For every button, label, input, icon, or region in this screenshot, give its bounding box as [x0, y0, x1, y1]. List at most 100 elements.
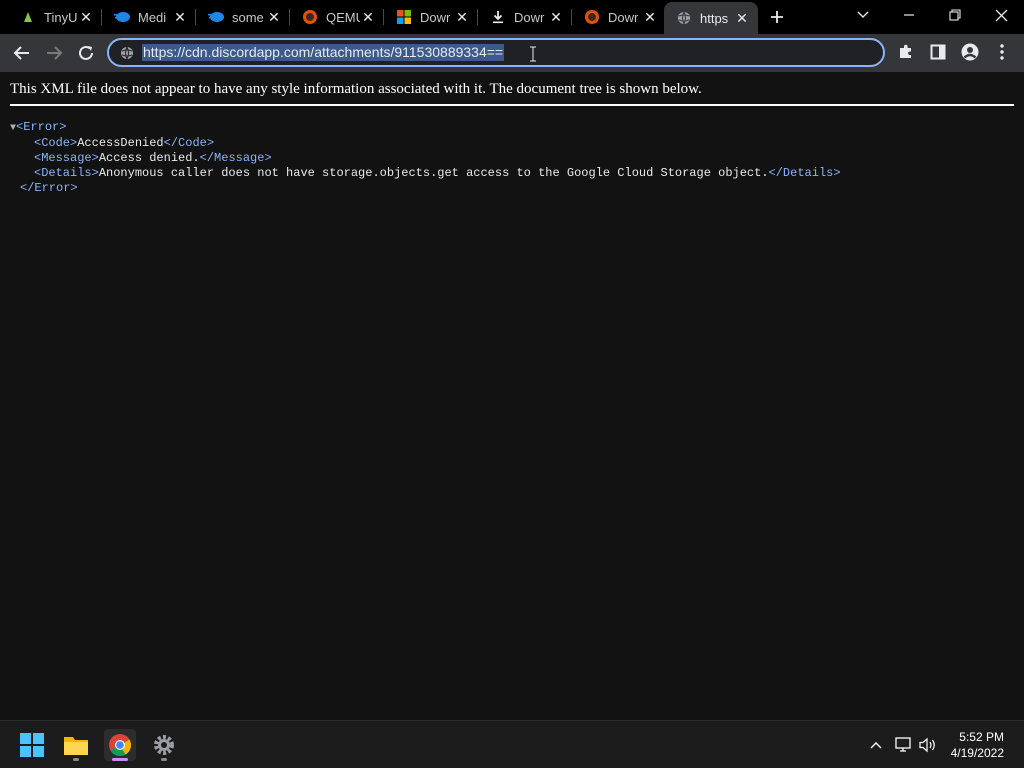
xml-tag: <Code>: [34, 136, 78, 150]
tab-title: TinyU: [44, 9, 78, 25]
new-tab-button[interactable]: [766, 6, 788, 28]
restore-icon: [949, 9, 961, 21]
speaker-icon: [919, 737, 935, 753]
tab-mediafire-2[interactable]: some ✕: [196, 3, 290, 31]
puzzle-icon: [900, 44, 911, 58]
restore-button[interactable]: [944, 4, 966, 26]
windows-logo-icon: [20, 733, 44, 757]
clock-date: 4/19/2022: [950, 746, 1004, 760]
close-icon[interactable]: ✕: [266, 9, 282, 25]
side-panel-icon: [930, 44, 946, 60]
chevron-up-icon: [870, 742, 882, 749]
xml-tag: <Details>: [34, 166, 99, 180]
tab-title: QEMU: [326, 9, 360, 25]
windows-taskbar: 5:52 PM 4/19/2022: [0, 720, 1024, 768]
tab-qemu-download[interactable]: Dowr ✕: [572, 3, 666, 31]
text-cursor-icon: [529, 46, 537, 62]
xml-tag: </Details>: [768, 166, 841, 180]
close-icon: [995, 9, 1007, 21]
url-text[interactable]: https://cdn.discordapp.com/attachments/9…: [142, 44, 505, 61]
minimize-button[interactable]: [898, 4, 920, 26]
tab-mediafire-1[interactable]: Medi ✕: [102, 3, 196, 31]
running-indicator: [161, 758, 167, 761]
mediafire-icon: [208, 9, 224, 25]
xml-error-open-line: ▼<Error>: [10, 120, 841, 136]
microsoft-icon: [396, 9, 412, 25]
tab-active-https[interactable]: https ✕: [664, 2, 758, 34]
running-indicator: [73, 758, 79, 761]
tab-title: https: [700, 10, 729, 26]
xml-details-line: <Details>Anonymous caller does not have …: [10, 166, 841, 181]
tab-title: Dowr: [514, 9, 545, 25]
taskbar-settings[interactable]: [148, 729, 180, 761]
folder-icon: [64, 737, 88, 755]
notice-divider: [10, 104, 1014, 106]
reload-icon: [79, 45, 93, 60]
globe-icon: [676, 10, 692, 26]
tab-search-button[interactable]: [852, 4, 874, 26]
globe-icon: [120, 46, 134, 60]
extensions-button[interactable]: [896, 42, 916, 62]
close-icon[interactable]: ✕: [734, 10, 750, 26]
kebab-menu-icon: [1000, 44, 1004, 60]
show-hidden-icons-button[interactable]: [866, 735, 886, 755]
browser-toolbar: https://cdn.discordapp.com/attachments/9…: [0, 34, 1024, 72]
close-icon[interactable]: ✕: [172, 9, 188, 25]
taskbar-chrome[interactable]: [104, 729, 136, 761]
tab-title: some: [232, 9, 264, 25]
start-button[interactable]: [16, 729, 48, 761]
minimize-icon: [904, 14, 914, 16]
xml-message-line: <Message>Access denied.</Message>: [10, 151, 841, 166]
close-icon[interactable]: ✕: [642, 9, 658, 25]
back-button[interactable]: [10, 41, 34, 65]
qemu-icon: [584, 9, 600, 25]
xml-tag: <Error>: [16, 120, 67, 134]
volume-tray-button[interactable]: [918, 735, 938, 755]
close-window-button[interactable]: [990, 4, 1012, 26]
arrow-left-icon: [13, 46, 29, 60]
tab-qemu[interactable]: QEMU ✕: [290, 3, 384, 31]
address-bar[interactable]: https://cdn.discordapp.com/attachments/9…: [107, 38, 885, 67]
tab-title: Dowr: [420, 9, 451, 25]
xml-style-notice: This XML file does not appear to have an…: [10, 81, 702, 97]
active-indicator: [112, 758, 128, 761]
close-icon[interactable]: ✕: [360, 9, 376, 25]
tinyurl-icon: [20, 9, 36, 25]
gear-icon: [154, 735, 174, 755]
xml-tag: </Message>: [199, 151, 272, 165]
xml-error-close-line: </Error>: [10, 181, 841, 196]
side-panel-button[interactable]: [928, 42, 948, 62]
tab-tinyurl[interactable]: TinyU ✕: [8, 3, 102, 31]
xml-code-value: AccessDenied: [77, 136, 164, 150]
forward-button[interactable]: [42, 41, 66, 65]
xml-tag: <Message>: [34, 151, 99, 165]
xml-tag: </Error>: [20, 181, 78, 195]
xml-details-value: Anonymous caller does not have storage.o…: [98, 166, 769, 180]
close-icon[interactable]: ✕: [548, 9, 564, 25]
arrow-right-icon: [47, 46, 63, 60]
xml-code-line: <Code>AccessDenied</Code>: [10, 136, 841, 151]
xml-tag: </Code>: [163, 136, 215, 150]
download-icon: [490, 9, 506, 25]
menu-button[interactable]: [992, 42, 1012, 62]
reload-button[interactable]: [74, 41, 98, 65]
profile-button[interactable]: [960, 42, 980, 62]
close-icon[interactable]: ✕: [454, 9, 470, 25]
clock-time: 5:52 PM: [959, 730, 1004, 744]
tab-microsoft-download[interactable]: Dowr ✕: [384, 3, 478, 31]
xml-message-value: Access denied.: [98, 151, 200, 165]
xml-document-tree: ▼<Error> <Code>AccessDenied</Code> <Mess…: [10, 120, 841, 196]
profile-icon: [961, 43, 979, 61]
taskbar-clock[interactable]: 5:52 PM 4/19/2022: [951, 729, 1004, 761]
taskbar-file-explorer[interactable]: [60, 729, 92, 761]
close-icon[interactable]: ✕: [78, 9, 94, 25]
network-tray-button[interactable]: [893, 735, 913, 755]
page-content: This XML file does not appear to have an…: [0, 72, 1024, 720]
chrome-icon: [109, 734, 131, 756]
tab-strip: TinyU ✕ Medi ✕ some ✕ QEMU ✕ Dowr ✕: [0, 0, 1024, 34]
tab-download[interactable]: Dowr ✕: [478, 3, 572, 31]
tab-title: Medi: [138, 9, 167, 25]
chevron-down-icon: [857, 11, 869, 18]
qemu-icon: [302, 9, 318, 25]
mediafire-icon: [114, 9, 130, 25]
